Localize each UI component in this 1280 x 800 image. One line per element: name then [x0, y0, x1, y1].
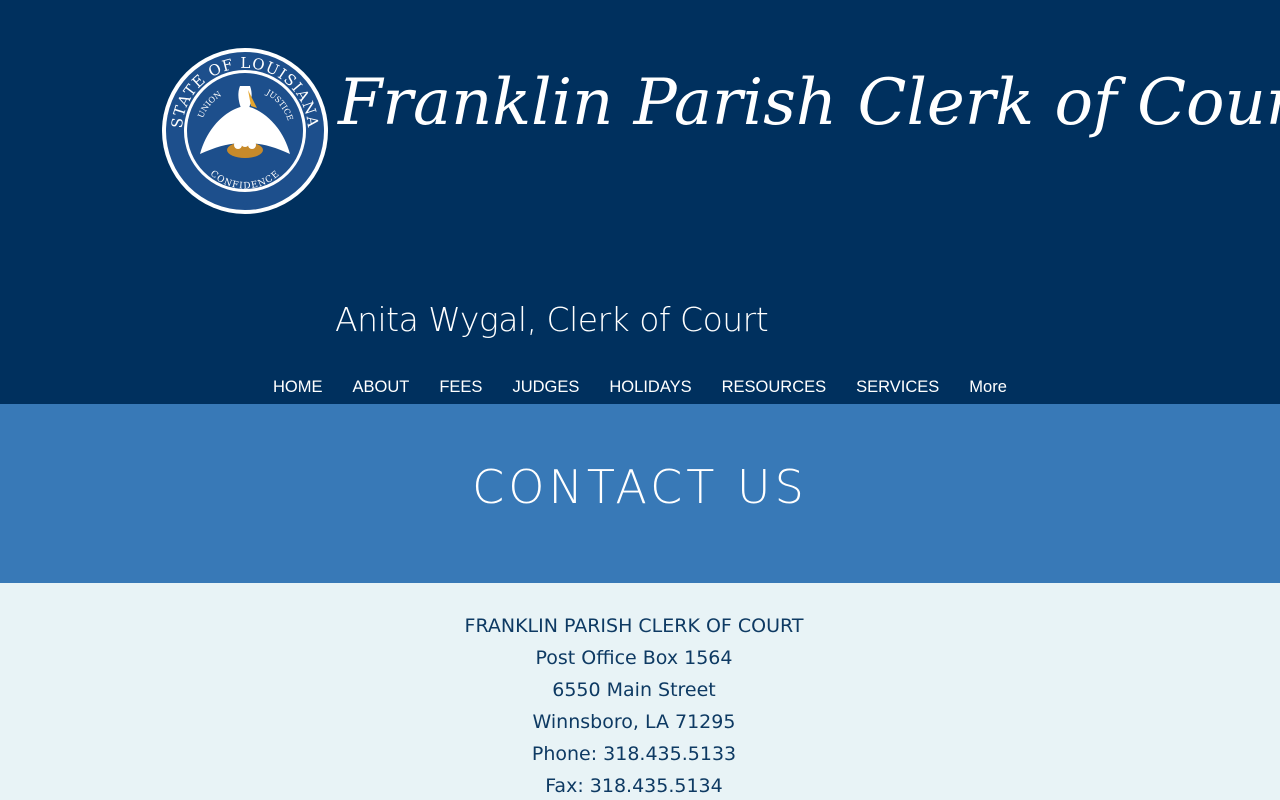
state-seal-icon[interactable]: STATE OF LOUISIANA UNION JUSTICE CONFIDE…	[160, 46, 330, 216]
fax-label: Fax:	[545, 775, 590, 797]
site-header: STATE OF LOUISIANA UNION JUSTICE CONFIDE…	[0, 0, 1280, 404]
po-box: Post Office Box 1564	[535, 647, 733, 669]
main-nav: HOME ABOUT FEES JUDGES HOLIDAYS RESOURCE…	[258, 372, 1022, 402]
street-address: 6550 Main Street	[552, 679, 716, 701]
nav-item-about[interactable]: ABOUT	[338, 378, 425, 397]
phone-link[interactable]: 318.435.5133	[603, 743, 736, 765]
contact-info: FRANKLIN PARISH CLERK OF COURT Post Offi…	[0, 610, 1268, 800]
nav-item-holidays[interactable]: HOLIDAYS	[594, 378, 706, 397]
phone-line: Phone: 318.435.5133	[0, 738, 1268, 770]
site-subtitle: Anita Wygal, Clerk of Court	[335, 300, 769, 339]
city-state-zip: Winnsboro, LA 71295	[532, 711, 736, 733]
nav-item-resources[interactable]: RESOURCES	[707, 378, 842, 397]
office-name: FRANKLIN PARISH CLERK OF COURT	[464, 615, 804, 637]
nav-item-home[interactable]: HOME	[258, 378, 338, 397]
nav-item-judges[interactable]: JUDGES	[497, 378, 594, 397]
fax-number: 318.435.5134	[589, 775, 723, 797]
nav-item-services[interactable]: SERVICES	[841, 378, 954, 397]
page-title: CONTACT US	[472, 460, 808, 514]
page-banner: CONTACT US	[0, 404, 1280, 583]
nav-item-fees[interactable]: FEES	[424, 378, 497, 397]
nav-item-more[interactable]: More	[954, 378, 1022, 397]
phone-label: Phone:	[531, 743, 604, 765]
fax-line: Fax: 318.435.5134	[0, 770, 1268, 800]
site-title[interactable]: Franklin Parish Clerk of Court	[338, 66, 1280, 140]
